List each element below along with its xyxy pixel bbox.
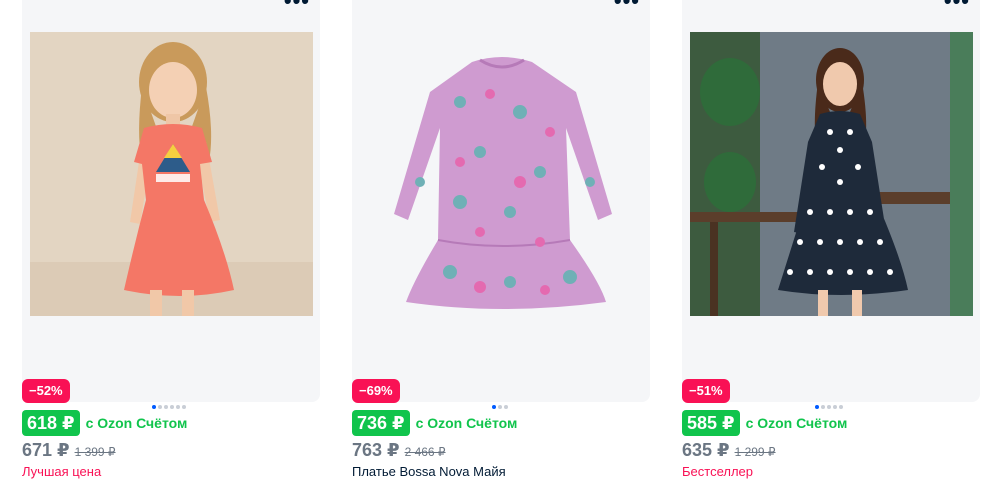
discount-badge: −51% — [682, 379, 730, 403]
carousel-dot[interactable] — [176, 405, 180, 409]
product-card-1[interactable]: ••• −52% 618 ₽ с Ozon Счётом 671 ₽ 1 399… — [22, 0, 320, 479]
discount-badge: −69% — [352, 379, 400, 403]
regular-price: 635 ₽ — [682, 440, 730, 460]
regular-price-row: 635 ₽ 1 299 ₽ — [682, 440, 776, 461]
carousel-dot[interactable] — [833, 405, 837, 409]
card-price: 585 ₽ — [682, 410, 740, 436]
product-card-2[interactable]: ••• −69% 736 ₽ с Ozon Счётом 763 ₽ 2 466… — [352, 0, 650, 479]
carousel-dot[interactable] — [815, 405, 819, 409]
image-carousel-dots[interactable] — [152, 405, 186, 409]
regular-price-row: 763 ₽ 2 466 ₽ — [352, 440, 446, 461]
carousel-dot[interactable] — [821, 405, 825, 409]
product-photo[interactable] — [690, 32, 973, 316]
regular-price-row: 671 ₽ 1 399 ₽ — [22, 440, 116, 461]
old-price: 1 299 ₽ — [734, 445, 776, 459]
carousel-dot[interactable] — [170, 405, 174, 409]
card-price: 618 ₽ — [22, 410, 80, 436]
product-image-tile[interactable] — [682, 0, 980, 402]
old-price: 2 466 ₽ — [404, 445, 446, 459]
carousel-dot[interactable] — [158, 405, 162, 409]
card-price: 736 ₽ — [352, 410, 410, 436]
image-carousel-dots[interactable] — [815, 405, 843, 409]
carousel-dot[interactable] — [498, 405, 502, 409]
carousel-dot[interactable] — [182, 405, 186, 409]
regular-price: 763 ₽ — [352, 440, 400, 460]
regular-price: 671 ₽ — [22, 440, 70, 460]
carousel-dot[interactable] — [827, 405, 831, 409]
card-price-row: 585 ₽ с Ozon Счётом — [682, 410, 847, 436]
product-photo[interactable] — [30, 32, 313, 316]
carousel-dot[interactable] — [504, 405, 508, 409]
product-image-tile[interactable] — [352, 0, 650, 402]
carousel-dot[interactable] — [152, 405, 156, 409]
image-carousel-dots[interactable] — [492, 405, 508, 409]
card-price-label: с Ozon Счётом — [85, 415, 188, 431]
card-price-label: с Ozon Счётом — [415, 415, 518, 431]
card-price-row: 618 ₽ с Ozon Счётом — [22, 410, 187, 436]
product-photo[interactable] — [360, 32, 643, 316]
carousel-dot[interactable] — [839, 405, 843, 409]
old-price: 1 399 ₽ — [74, 445, 116, 459]
carousel-dot[interactable] — [164, 405, 168, 409]
card-price-row: 736 ₽ с Ozon Счётом — [352, 410, 517, 436]
discount-badge: −52% — [22, 379, 70, 403]
more-options-icon[interactable]: ••• — [944, 0, 970, 12]
more-options-icon[interactable]: ••• — [284, 0, 310, 12]
product-card-3[interactable]: ••• −51% 585 ₽ с Ozon Счётом 635 ₽ 1 299… — [682, 0, 980, 479]
more-options-icon[interactable]: ••• — [614, 0, 640, 12]
carousel-dot[interactable] — [492, 405, 496, 409]
product-image-tile[interactable] — [22, 0, 320, 402]
card-price-label: с Ozon Счётом — [745, 415, 848, 431]
